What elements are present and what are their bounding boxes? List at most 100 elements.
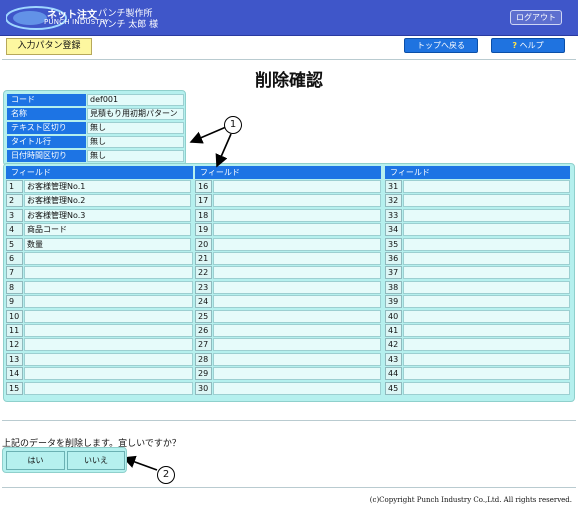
field-number: 4 [6, 223, 23, 236]
field-number: 11 [6, 324, 23, 337]
field-name [24, 310, 193, 323]
field-name [213, 209, 381, 222]
info-value: 無し [87, 122, 184, 134]
field-name [24, 281, 193, 294]
field-name [213, 238, 381, 251]
field-name [213, 324, 381, 337]
back-to-top-button[interactable]: トップへ戻る [404, 38, 478, 53]
callout-1-arrow-to-grid [215, 133, 232, 168]
field-number: 8 [6, 281, 23, 294]
info-label: 名称 [7, 108, 86, 120]
field-number: 30 [195, 382, 212, 395]
field-number: 27 [195, 338, 212, 351]
field-number: 3 [6, 209, 23, 222]
copyright: (c)Copyright Punch Industry Co.,Ltd. All… [369, 496, 572, 504]
field-number: 28 [195, 353, 212, 366]
app-header: ネット注文 PUNCH INDUSTRY パンチ製作所 パンチ 太郎 様 ログア… [0, 0, 578, 36]
field-name [213, 281, 381, 294]
field-number: 31 [385, 180, 402, 193]
field-name [24, 353, 193, 366]
field-name [213, 367, 381, 380]
field-name: お客様管理No.1 [24, 180, 191, 193]
field-name [213, 223, 381, 236]
field-number: 32 [385, 194, 402, 207]
field-number: 19 [195, 223, 212, 236]
info-value: 無し [87, 136, 184, 148]
field-name [24, 252, 193, 265]
field-name [24, 324, 193, 337]
field-number: 7 [6, 266, 23, 279]
field-name: 数量 [24, 238, 191, 251]
no-button[interactable]: いいえ [67, 451, 125, 470]
field-name [213, 180, 381, 193]
field-name [403, 266, 570, 279]
pattern-info-table: コード def001 名称 見積もり用初期パターン テキスト区切り 無し タイト… [3, 90, 186, 166]
callout-1-arrow-to-info [189, 126, 227, 144]
help-button[interactable]: ? ヘルプ [491, 38, 565, 53]
field-number: 43 [385, 353, 402, 366]
field-number: 25 [195, 310, 212, 323]
callout-2-arrow [122, 455, 158, 471]
field-name [403, 223, 570, 236]
field-number: 5 [6, 238, 23, 251]
field-number: 12 [6, 338, 23, 351]
field-number: 2 [6, 194, 23, 207]
logo: ネット注文 PUNCH INDUSTRY [5, 5, 109, 31]
field-number: 17 [195, 194, 212, 207]
info-row-title-line: タイトル行 無し [7, 136, 184, 148]
divider [2, 420, 576, 421]
info-row-text-delimiter: テキスト区切り 無し [7, 122, 184, 134]
field-number: 10 [6, 310, 23, 323]
field-name [213, 338, 381, 351]
input-pattern-register-button[interactable]: 入力パタン登録 [6, 38, 92, 55]
field-name [24, 295, 193, 308]
field-number: 20 [195, 238, 212, 251]
field-number: 14 [6, 367, 23, 380]
field-number: 24 [195, 295, 212, 308]
confirm-button-group: はい いいえ [2, 447, 127, 473]
field-column-header: フィールド [6, 166, 193, 179]
info-label: コード [7, 94, 86, 106]
field-name [403, 324, 570, 337]
field-name [403, 180, 570, 193]
field-number: 40 [385, 310, 402, 323]
field-name: お客様管理No.2 [24, 194, 191, 207]
info-value: 見積もり用初期パターン [87, 108, 184, 120]
user-name: パンチ 太郎 様 [98, 20, 159, 30]
field-name: お客様管理No.3 [24, 209, 191, 222]
field-number: 36 [385, 252, 402, 265]
help-icon: ? [512, 41, 518, 50]
field-name [403, 367, 570, 380]
field-name [213, 295, 381, 308]
field-number: 23 [195, 281, 212, 294]
field-number: 9 [6, 295, 23, 308]
field-name [24, 338, 193, 351]
field-number: 44 [385, 367, 402, 380]
field-name [403, 194, 570, 207]
field-name [403, 338, 570, 351]
yes-button[interactable]: はい [6, 451, 65, 470]
field-number: 6 [6, 252, 23, 265]
field-number: 13 [6, 353, 23, 366]
info-value: def001 [87, 94, 184, 106]
divider [2, 487, 576, 488]
field-name [213, 252, 381, 265]
field-name [213, 266, 381, 279]
page-title: 削除確認 [255, 71, 323, 91]
logout-button[interactable]: ログアウト [510, 10, 562, 25]
info-row-datetime-delimiter: 日付時間区切り 無し [7, 150, 184, 162]
field-number: 34 [385, 223, 402, 236]
info-label: 日付時間区切り [7, 150, 86, 162]
field-number: 26 [195, 324, 212, 337]
field-name [403, 281, 570, 294]
field-column-header: フィールド [385, 166, 570, 179]
field-number: 33 [385, 209, 402, 222]
help-label: ヘルプ [519, 41, 544, 50]
field-name [24, 266, 193, 279]
field-name [213, 382, 381, 395]
field-name [24, 382, 193, 395]
field-number: 38 [385, 281, 402, 294]
info-row-name: 名称 見積もり用初期パターン [7, 108, 184, 120]
field-name [403, 382, 570, 395]
field-name [403, 310, 570, 323]
